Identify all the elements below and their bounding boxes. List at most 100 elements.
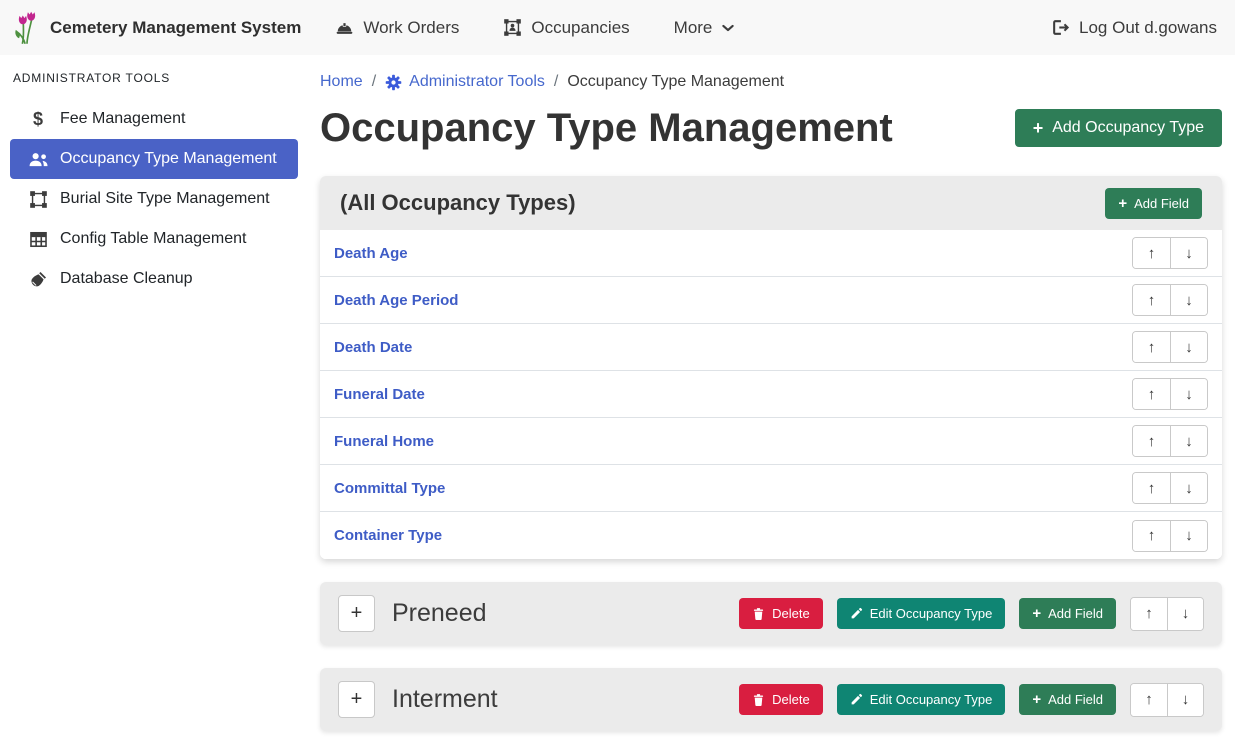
move-down-button[interactable]: ↓: [1167, 598, 1203, 630]
plus-icon: +: [1118, 198, 1127, 209]
move-up-button[interactable]: ↑: [1133, 379, 1170, 409]
gear-icon: [385, 74, 402, 91]
main-nav: Work Orders Occupancies More: [335, 18, 735, 38]
burial-plot-icon: [27, 190, 49, 209]
field-link[interactable]: Death Date: [334, 339, 412, 356]
move-down-button[interactable]: ↓: [1170, 426, 1207, 456]
pencil-icon: [850, 693, 863, 706]
move-up-button[interactable]: ↑: [1133, 238, 1170, 268]
hard-hat-icon: [335, 19, 354, 37]
field-row-funeral-home: Funeral Home ↑ ↓: [320, 418, 1222, 465]
nav-work-orders[interactable]: Work Orders: [335, 18, 459, 38]
edit-occupancy-type-button[interactable]: Edit Occupancy Type: [837, 684, 1006, 715]
sidebar-item-config-table-management[interactable]: Config Table Management: [10, 219, 298, 259]
delete-button[interactable]: Delete: [739, 598, 823, 629]
all-occupancy-types-header: (All Occupancy Types) + Add Field: [320, 176, 1222, 230]
down-arrow-icon: ↓: [1185, 480, 1193, 497]
move-up-button[interactable]: ↑: [1133, 521, 1170, 551]
reorder-button-group: ↑ ↓: [1132, 425, 1208, 457]
move-down-button[interactable]: ↓: [1167, 684, 1203, 716]
delete-button[interactable]: Delete: [739, 684, 823, 715]
breadcrumb-home-link[interactable]: Home: [320, 73, 363, 91]
expand-toggle-button[interactable]: +: [338, 681, 375, 718]
down-arrow-icon: ↓: [1185, 245, 1193, 262]
field-link[interactable]: Committal Type: [334, 480, 445, 497]
up-arrow-icon: ↑: [1148, 292, 1156, 309]
logout-button[interactable]: Log Out d.gowans: [1051, 18, 1217, 38]
section-name: Interment: [392, 685, 498, 714]
breadcrumb-current: Occupancy Type Management: [567, 73, 784, 91]
sidebar-item-burial-site-type-management[interactable]: Burial Site Type Management: [10, 179, 298, 219]
sidebar-item-label: Fee Management: [60, 110, 185, 128]
sidebar-item-fee-management[interactable]: $ Fee Management: [10, 99, 298, 139]
add-occupancy-type-button[interactable]: + Add Occupancy Type: [1015, 109, 1222, 147]
breadcrumb-admin-tools-label: Administrator Tools: [409, 73, 545, 91]
field-link[interactable]: Container Type: [334, 527, 442, 544]
up-arrow-icon: ↑: [1148, 245, 1156, 262]
logout-icon: [1051, 18, 1070, 37]
move-down-button[interactable]: ↓: [1170, 285, 1207, 315]
sidebar-item-occupancy-type-management[interactable]: Occupancy Type Management: [10, 139, 298, 179]
move-down-button[interactable]: ↓: [1170, 521, 1207, 551]
top-navbar: Cemetery Management System Work Orders: [0, 0, 1235, 55]
sidebar-item-label: Burial Site Type Management: [60, 190, 270, 208]
reorder-button-group: ↑ ↓: [1132, 472, 1208, 504]
field-row-committal-type: Committal Type ↑ ↓: [320, 465, 1222, 512]
add-field-button[interactable]: + Add Field: [1019, 684, 1116, 715]
add-field-button[interactable]: + Add Field: [1019, 598, 1116, 629]
move-down-button[interactable]: ↓: [1170, 379, 1207, 409]
down-arrow-icon: ↓: [1182, 691, 1190, 708]
trash-icon: [752, 693, 765, 707]
reorder-button-group: ↑ ↓: [1132, 520, 1208, 552]
plus-icon: +: [1032, 608, 1041, 619]
all-occupancy-types-card: (All Occupancy Types) + Add Field Death …: [320, 176, 1222, 559]
field-list: Death Age ↑ ↓ Death Age Period ↑ ↓ Death…: [320, 230, 1222, 559]
trash-icon: [752, 607, 765, 621]
title-row: Occupancy Type Management + Add Occupanc…: [320, 105, 1222, 151]
expand-toggle-button[interactable]: +: [338, 595, 375, 632]
reorder-button-group: ↑ ↓: [1130, 597, 1204, 631]
up-arrow-icon: ↑: [1145, 605, 1153, 622]
move-down-button[interactable]: ↓: [1170, 332, 1207, 362]
breadcrumb: Home / Administrator Tools: [320, 73, 1222, 91]
users-icon: [27, 152, 49, 167]
delete-label: Delete: [772, 606, 810, 621]
field-link[interactable]: Funeral Date: [334, 386, 425, 403]
move-down-button[interactable]: ↓: [1170, 473, 1207, 503]
broom-icon: [27, 270, 49, 289]
edit-occupancy-type-button[interactable]: Edit Occupancy Type: [837, 598, 1006, 629]
breadcrumb-admin-tools-link[interactable]: Administrator Tools: [385, 73, 545, 91]
sidebar-item-database-cleanup[interactable]: Database Cleanup: [10, 259, 298, 299]
breadcrumb-separator: /: [554, 73, 558, 91]
down-arrow-icon: ↓: [1182, 605, 1190, 622]
move-up-button[interactable]: ↑: [1133, 285, 1170, 315]
field-link[interactable]: Death Age: [334, 245, 408, 262]
reorder-button-group: ↑ ↓: [1132, 331, 1208, 363]
nav-work-orders-label: Work Orders: [363, 18, 459, 38]
logout-label: Log Out d.gowans: [1079, 18, 1217, 38]
edit-occupancy-type-label: Edit Occupancy Type: [870, 692, 993, 707]
nav-more[interactable]: More: [674, 18, 736, 38]
plus-icon: +: [1032, 694, 1041, 705]
main-content: Home / Administrator Tools: [310, 55, 1235, 738]
add-field-button[interactable]: + Add Field: [1105, 188, 1202, 219]
field-link[interactable]: Funeral Home: [334, 433, 434, 450]
nav-occupancies-label: Occupancies: [531, 18, 629, 38]
move-up-button[interactable]: ↑: [1131, 598, 1167, 630]
move-up-button[interactable]: ↑: [1133, 426, 1170, 456]
plus-icon: +: [351, 688, 363, 711]
add-field-label: Add Field: [1048, 692, 1103, 707]
move-up-button[interactable]: ↑: [1133, 332, 1170, 362]
field-row-container-type: Container Type ↑ ↓: [320, 512, 1222, 559]
field-link[interactable]: Death Age Period: [334, 292, 458, 309]
all-occupancy-types-title: (All Occupancy Types): [340, 190, 576, 216]
down-arrow-icon: ↓: [1185, 339, 1193, 356]
app-brand[interactable]: Cemetery Management System: [14, 11, 301, 45]
nav-occupancies[interactable]: Occupancies: [503, 18, 629, 38]
down-arrow-icon: ↓: [1185, 433, 1193, 450]
chevron-down-icon: [721, 21, 735, 35]
move-down-button[interactable]: ↓: [1170, 238, 1207, 268]
sidebar-heading: ADMINISTRATOR TOOLS: [13, 71, 298, 85]
move-up-button[interactable]: ↑: [1133, 473, 1170, 503]
move-up-button[interactable]: ↑: [1131, 684, 1167, 716]
